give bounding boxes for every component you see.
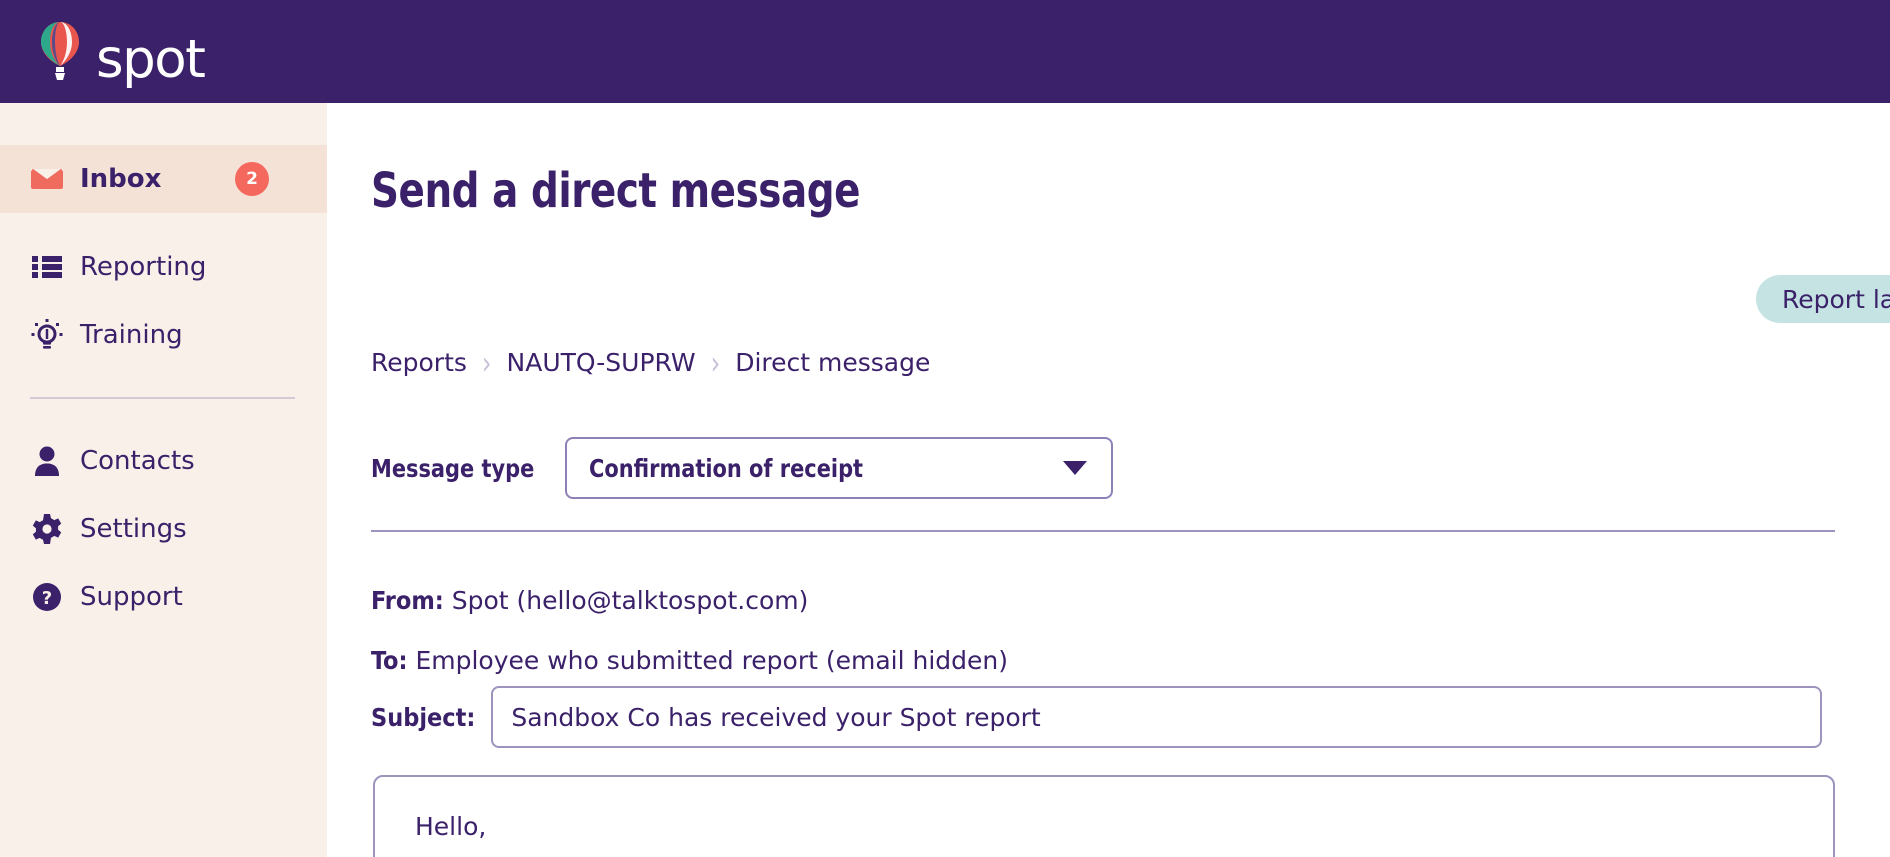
message-type-select[interactable]: Confirmation of receipt	[565, 437, 1113, 499]
from-line: From: Spot (hello@talktospot.com)	[371, 586, 808, 615]
breadcrumb-item-current: Direct message	[735, 348, 930, 377]
report-language-badge[interactable]: Report la	[1756, 275, 1890, 323]
sidebar-spacer-c	[0, 399, 327, 427]
person-icon	[30, 444, 64, 478]
sidebar-item-contacts[interactable]: Contacts	[0, 427, 327, 495]
chevron-right-icon: ›	[711, 344, 721, 382]
subject-label: Subject:	[371, 703, 475, 732]
body-line-greeting: Hello,	[415, 811, 1793, 842]
svg-text:?: ?	[42, 588, 52, 609]
subject-row: Subject:	[371, 686, 1822, 748]
message-type-value: Confirmation of receipt	[589, 454, 863, 483]
gear-icon	[30, 512, 64, 546]
breadcrumb-item-reports[interactable]: Reports	[371, 348, 467, 377]
section-divider	[371, 530, 1835, 532]
question-circle-icon: ?	[30, 580, 64, 614]
from-value: Spot (hello@talktospot.com)	[452, 586, 809, 615]
sidebar-item-settings[interactable]: Settings	[0, 495, 327, 563]
sidebar-item-label: Inbox	[80, 164, 161, 194]
from-label: From:	[371, 586, 444, 615]
hot-air-balloon-icon	[38, 21, 82, 83]
breadcrumb: Reports › NAUTQ-SUPRW › Direct message	[371, 348, 930, 377]
sidebar-item-label: Support	[80, 582, 183, 612]
sidebar-top-spacer	[0, 103, 327, 145]
sidebar-item-inbox[interactable]: Inbox 2	[0, 145, 327, 213]
sidebar-item-label: Reporting	[80, 252, 206, 282]
list-icon	[30, 250, 64, 284]
sidebar-item-training[interactable]: Training	[0, 301, 327, 369]
inbox-badge: 2	[235, 162, 269, 196]
message-type-row: Message type Confirmation of receipt	[371, 437, 1113, 499]
breadcrumb-item-report-id[interactable]: NAUTQ-SUPRW	[507, 348, 696, 377]
main-content: Send a direct message Report la Reports …	[327, 103, 1890, 857]
brand-logo[interactable]: spot	[38, 21, 204, 83]
message-body-editor[interactable]: Hello, Sandbox Co has received your repo…	[373, 775, 1835, 857]
chevron-right-icon: ›	[482, 344, 492, 382]
sidebar-item-label: Contacts	[80, 446, 195, 476]
sidebar: Inbox 2 Reporting	[0, 103, 327, 857]
subject-input[interactable]	[491, 686, 1822, 748]
sidebar-spacer-a	[0, 213, 327, 233]
sidebar-spacer-b	[0, 369, 327, 397]
app-root: spot Inbox 2	[0, 0, 1890, 857]
body-line-blank	[415, 842, 1793, 857]
app-header: spot	[0, 0, 1890, 103]
page-title: Send a direct message	[371, 163, 860, 219]
sidebar-item-label: Settings	[80, 514, 187, 544]
envelope-icon	[30, 162, 64, 196]
sidebar-item-reporting[interactable]: Reporting	[0, 233, 327, 301]
to-label: To:	[371, 646, 407, 675]
chevron-down-icon	[1063, 461, 1087, 475]
to-value: Employee who submitted report (email hid…	[415, 646, 1008, 675]
message-type-label: Message type	[371, 454, 529, 483]
lightbulb-icon	[30, 318, 64, 352]
sidebar-item-support[interactable]: ? Support	[0, 563, 327, 631]
to-line: To: Employee who submitted report (email…	[371, 646, 1008, 675]
brand-name: spot	[96, 33, 204, 86]
sidebar-item-label: Training	[80, 320, 183, 350]
